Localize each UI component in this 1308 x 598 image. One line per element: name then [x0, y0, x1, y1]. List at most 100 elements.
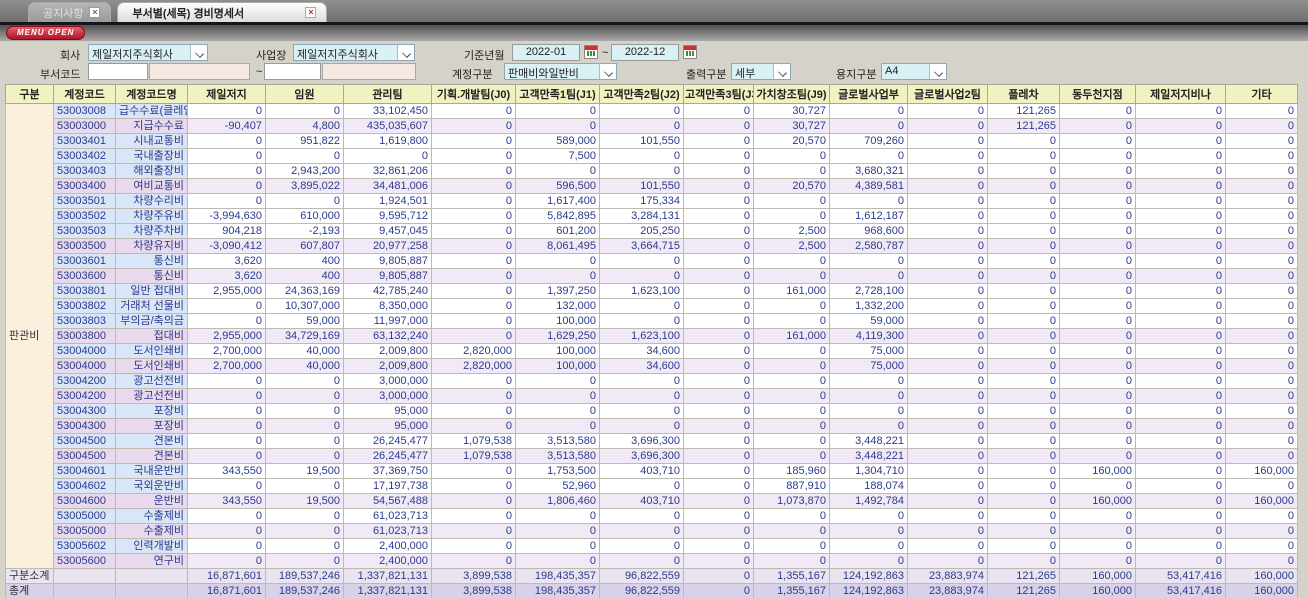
workplace-select-value: 제일저지주식회사	[297, 49, 378, 60]
column-header-3: 제일저지	[187, 84, 266, 104]
table-row[interactable]: 53003500 차량유지비 -3,090,412 607,807 20,977,258…	[6, 238, 1298, 254]
table-row[interactable]: 판관비53003008급수수료(클레임)0033,102,450000030,7…	[5, 103, 1298, 569]
value-cell: 0	[987, 493, 1060, 509]
value-cell: 0	[265, 373, 344, 389]
chevron-down-icon[interactable]	[190, 45, 207, 60]
value-cell: 0	[1225, 358, 1298, 374]
code-cell: 53003400	[53, 178, 116, 194]
close-icon[interactable]: ×	[89, 7, 101, 18]
table-row[interactable]: 53003801 일반 접대비 2,955,000 24,363,169 42,785,…	[6, 283, 1298, 299]
table-row[interactable]: 53003403 해외출장비 0 2,943,200 32,861,206 0 0 0 0 0 3,…	[6, 163, 1298, 179]
table-row[interactable]: 53004300 포장비 0 0 95,000 0 0 0 0 0 0 0 0 0 0 0	[6, 418, 1298, 434]
value-cell: 32,861,206	[343, 163, 432, 179]
value-cell: 0	[907, 148, 988, 164]
table-row[interactable]: 53003803 부의금/축의금 0 59,000 11,997,000 0 100,000…	[6, 313, 1298, 329]
value-cell: 0	[431, 118, 516, 134]
value-cell: 59,000	[265, 313, 344, 329]
table-row[interactable]: 53003601 통신비 3,620 400 9,805,887 0 0 0 0 0 0 0 0 0 0 0	[6, 253, 1298, 269]
value-cell: 0	[1135, 358, 1226, 374]
value-cell: 0	[829, 523, 908, 539]
calendar-icon[interactable]	[683, 45, 697, 59]
value-cell: 0	[683, 328, 754, 344]
dept-code-to-input[interactable]	[264, 63, 321, 80]
table-row[interactable]: 53003503 차량주차비 904,218 -2,193 9,457,045 0 601,…	[6, 223, 1298, 239]
table-row[interactable]: 53004000 도서인쇄비 2,700,000 40,000 2,009,800 2,8…	[6, 358, 1298, 374]
value-cell: 132,000	[515, 298, 600, 314]
subtotal-row[interactable]: 구분소계 16,871,601 189,537,246 1,337,821,131 3,…	[5, 568, 1298, 584]
value-cell: 0	[907, 358, 988, 374]
name-cell: 광고선전비	[115, 373, 188, 389]
value-cell: 0	[907, 103, 988, 119]
value-cell: 0	[1059, 478, 1136, 494]
value-cell: 0	[599, 388, 684, 404]
dept-code-from-name-input[interactable]	[149, 63, 250, 80]
table-row[interactable]: 53003502 차량주유비 -3,994,630 610,000 9,595,712 0…	[6, 208, 1298, 224]
dept-code-to-name-input[interactable]	[322, 63, 416, 80]
dept-code-from-input[interactable]	[88, 63, 148, 80]
table-row[interactable]: 53005600 연구비 0 0 2,400,000 0 0 0 0 0 0 0 0 0 0 0	[6, 553, 1298, 569]
name-cell: 수출제비	[115, 508, 188, 524]
table-row[interactable]: 53003802 거래처 선물비 0 10,307,000 8,350,000 0 132,…	[6, 298, 1298, 314]
value-cell: 0	[515, 268, 600, 284]
value-cell: 2,009,800	[343, 343, 432, 359]
column-header-15: 제일저지비나	[1135, 84, 1226, 104]
close-icon[interactable]: ×	[305, 7, 317, 18]
column-header-13: 플레차	[987, 84, 1060, 104]
table-row[interactable]: 53005602 인력개발비 0 0 2,400,000 0 0 0 0 0 0 0 0 0 0 0	[6, 538, 1298, 554]
table-row[interactable]: 53004600 운반비 343,550 19,500 54,567,488 0 1,806…	[6, 493, 1298, 509]
value-cell: 0	[599, 253, 684, 269]
chevron-down-icon[interactable]	[397, 45, 414, 60]
company-select[interactable]: 제일저지주식회사	[88, 44, 208, 61]
value-cell: 53,417,416	[1135, 568, 1226, 584]
code-cell: 53004200	[53, 388, 116, 404]
period-from-input[interactable]: 2022-01	[512, 44, 580, 61]
account-type-select[interactable]: 판매비와일반비	[504, 63, 617, 80]
value-cell: 0	[987, 178, 1060, 194]
paper-type-select[interactable]: A4	[881, 63, 947, 80]
table-row[interactable]: 53005000 수출제비 0 0 61,023,713 0 0 0 0 0 0 0 0 0 0 0	[6, 523, 1298, 539]
value-cell: 160,000	[1059, 493, 1136, 509]
menu-open-button[interactable]: MENU OPEN	[6, 26, 86, 40]
chevron-down-icon[interactable]	[929, 64, 946, 79]
table-row[interactable]: 53003000 지급수수료 -90,407 4,800 435,035,607 0 0 0 0…	[6, 118, 1298, 134]
value-cell: 0	[1225, 538, 1298, 554]
table-row[interactable]: 53004500 견본비 0 0 26,245,477 1,079,538 3,513,58…	[6, 448, 1298, 464]
tab-notice[interactable]: 공지사항 ×	[28, 2, 112, 22]
grand-total-row[interactable]: 총계 16,871,601 189,537,246 1,337,821,131 3,89…	[5, 583, 1298, 598]
table-row[interactable]: 53004500 견본비 0 0 26,245,477 1,079,538 3,513,58…	[6, 433, 1298, 449]
table-row[interactable]: 53004300 포장비 0 0 95,000 0 0 0 0 0 0 0 0 0 0 0	[6, 403, 1298, 419]
calendar-icon[interactable]	[584, 45, 598, 59]
value-cell: 1,623,100	[599, 328, 684, 344]
value-cell: 0	[987, 223, 1060, 239]
value-cell: 9,805,887	[343, 268, 432, 284]
table-row[interactable]: 53004200 광고선전비 0 0 3,000,000 0 0 0 0 0 0 0 0 0 0 0	[6, 373, 1298, 389]
output-type-select[interactable]: 세부	[731, 63, 791, 80]
table-row[interactable]: 53005000 수출제비 0 0 61,023,713 0 0 0 0 0 0 0 0 0 0 0	[6, 508, 1298, 524]
tab-expense-report[interactable]: 부서별(세목) 경비명세서 ×	[117, 2, 328, 22]
period-to-input[interactable]: 2022-12	[611, 44, 679, 61]
chevron-down-icon[interactable]	[599, 64, 616, 79]
workplace-select[interactable]: 제일저지주식회사	[293, 44, 415, 61]
table-row[interactable]: 53003401 시내교통비 0 951,822 1,619,800 0 589,000 10…	[6, 133, 1298, 149]
table-row[interactable]: 53004000 도서인쇄비 2,700,000 40,000 2,009,800 2,8…	[6, 343, 1298, 359]
chevron-down-icon[interactable]	[773, 64, 790, 79]
column-header-1: 계정코드	[53, 84, 116, 104]
value-cell: 0	[187, 178, 266, 194]
value-cell: 0	[1135, 313, 1226, 329]
code-cell: 53004200	[53, 373, 116, 389]
table-row[interactable]: 53004602 국외운반비 0 0 17,197,738 0 52,960 0 0 887,91…	[6, 478, 1298, 494]
table-row[interactable]: 53003600 통신비 3,620 400 9,805,887 0 0 0 0 0 0 0 0 0 0 0	[6, 268, 1298, 284]
table-row[interactable]: 53003501 차량수리비 0 0 1,924,501 0 1,617,400 175,33…	[6, 193, 1298, 209]
value-cell: 0	[753, 358, 830, 374]
table-row[interactable]: 53003402 국내출장비 0 0 0 0 7,500 0 0 0 0 0 0 0 0 0	[6, 148, 1298, 164]
code-cell: 53003801	[53, 283, 116, 299]
value-cell: 0	[1059, 298, 1136, 314]
value-cell: 34,481,006	[343, 178, 432, 194]
code-cell: 53003401	[53, 133, 116, 149]
value-cell: 0	[987, 133, 1060, 149]
table-row[interactable]: 53004601 국내운반비 343,550 19,500 37,369,750 0 1,7…	[6, 463, 1298, 479]
table-row[interactable]: 53004200 광고선전비 0 0 3,000,000 0 0 0 0 0 0 0 0 0 0 0	[6, 388, 1298, 404]
table-row[interactable]: 53003400 여비교통비 0 3,895,022 34,481,006 0 596,50…	[6, 178, 1298, 194]
table-row[interactable]: 53003800 접대비 2,955,000 34,729,169 63,132,240…	[6, 328, 1298, 344]
value-cell: 0	[515, 418, 600, 434]
